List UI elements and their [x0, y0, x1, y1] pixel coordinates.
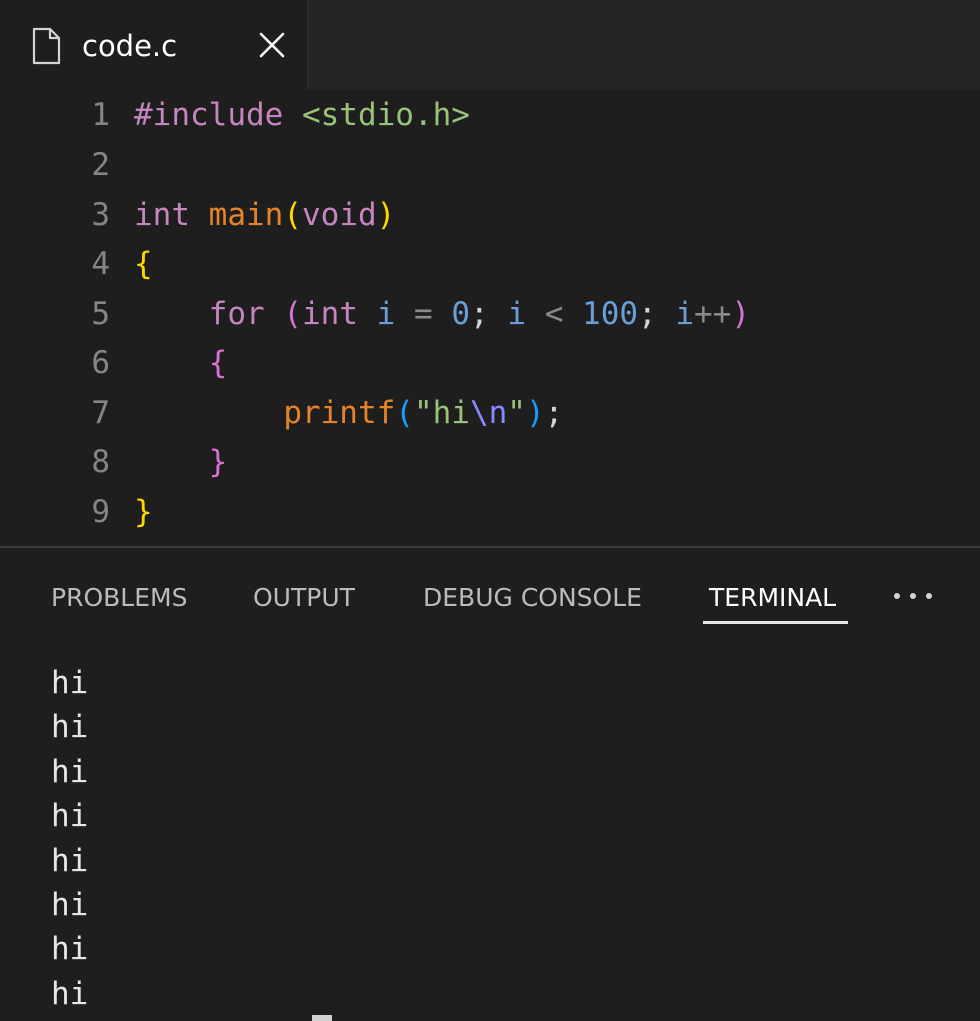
file-icon — [32, 27, 61, 65]
code-token: printf — [283, 395, 396, 431]
code-line[interactable]: 8 } — [0, 437, 980, 487]
code-token: " — [507, 395, 526, 431]
code-text: } — [134, 487, 153, 537]
terminal-line: hi — [51, 931, 89, 968]
code-token: ) — [731, 296, 751, 332]
code-token: ; — [638, 296, 676, 332]
code-token: int — [134, 197, 190, 233]
terminal-line: hi — [51, 975, 89, 1012]
code-line[interactable]: 1 #include <stdio.h> — [0, 90, 980, 140]
editor-tab-bar: code.c — [0, 0, 980, 90]
code-token: = — [414, 296, 433, 332]
code-text: { — [134, 239, 153, 289]
line-number: 5 — [91, 296, 110, 332]
line-number: 8 — [91, 444, 110, 480]
tab-output[interactable]: OUTPUT — [253, 578, 355, 618]
terminal-line: hi — [51, 709, 89, 746]
code-token: #include — [134, 97, 284, 133]
line-number: 1 — [91, 97, 110, 133]
code-token: i — [507, 296, 527, 332]
active-tab-indicator — [703, 621, 848, 624]
code-token: } — [208, 444, 228, 480]
code-token: int — [302, 296, 358, 332]
code-token: i — [675, 296, 695, 332]
code-token: <stdio.h> — [301, 97, 470, 133]
terminal-line: hi — [51, 798, 89, 835]
line-number: 7 — [91, 395, 110, 431]
terminal-line: hi — [51, 665, 89, 701]
code-line[interactable]: 3 int main(void) — [0, 190, 980, 240]
editor-tab-code-c[interactable]: code.c — [0, 0, 308, 90]
code-token: } — [134, 494, 153, 530]
more-icon[interactable] — [891, 584, 935, 608]
code-token: ++ — [694, 296, 732, 332]
line-number: 9 — [91, 494, 110, 530]
code-text: printf("hi\n"); — [134, 388, 563, 438]
code-token: ) — [376, 197, 396, 233]
terminal-line: hi — [51, 842, 89, 879]
code-token: { — [134, 246, 153, 282]
vscode-window: code.c 1 #include <stdio.h> 2 3 int main(voi… — [0, 0, 980, 1021]
close-icon[interactable] — [257, 30, 287, 60]
code-line[interactable]: 9} — [0, 487, 980, 537]
line-number: 6 — [91, 345, 110, 381]
line-number: 4 — [91, 246, 110, 282]
line-number: 2 — [91, 147, 110, 183]
code-token: "hi — [413, 395, 470, 431]
code-token: ; — [470, 296, 508, 332]
code-text: } — [134, 437, 228, 487]
code-token: main — [208, 197, 284, 233]
code-token: ; — [544, 395, 564, 431]
bottom-panel: PROBLEMS OUTPUT DEBUG CONSOLE TERMINAL h… — [0, 548, 980, 1021]
tab-filename: code.c — [82, 29, 178, 63]
code-text: { — [134, 338, 228, 388]
code-line[interactable]: 6 { — [0, 338, 980, 388]
code-text: #include <stdio.h> — [134, 90, 470, 140]
tab-debug-console[interactable]: DEBUG CONSOLE — [423, 578, 642, 618]
code-token: i — [376, 296, 396, 332]
terminal-cursor — [312, 1015, 332, 1021]
code-line[interactable]: 7 printf("hi\n"); — [0, 388, 980, 438]
code-token: ( — [395, 395, 414, 431]
code-token: ( — [283, 296, 302, 332]
code-text: int main(void) — [134, 190, 395, 240]
code-line[interactable]: 5 for (int i = 0; i < 100; i++) — [0, 289, 980, 339]
code-line[interactable]: 2 — [0, 140, 980, 190]
terminal-line: hi — [51, 887, 89, 923]
code-token: { — [208, 345, 228, 381]
terminal-line: hi — [51, 753, 89, 790]
tab-terminal[interactable]: TERMINAL — [709, 578, 836, 618]
code-text: for (int i = 0; i < 100; i++) — [134, 289, 750, 339]
code-token: 100 — [582, 296, 639, 332]
code-token: \n — [469, 395, 508, 431]
code-token: void — [302, 197, 377, 233]
code-token: ) — [525, 395, 545, 431]
code-token: for — [208, 296, 265, 332]
code-token: ( — [283, 197, 302, 233]
code-token: < — [544, 296, 564, 332]
tab-problems[interactable]: PROBLEMS — [51, 578, 187, 618]
line-number: 3 — [91, 197, 110, 233]
code-token: 0 — [451, 296, 471, 332]
code-editor[interactable]: 1 #include <stdio.h> 2 3 int main(void) 4{5 f… — [0, 90, 980, 546]
code-line[interactable]: 4{ — [0, 239, 980, 289]
